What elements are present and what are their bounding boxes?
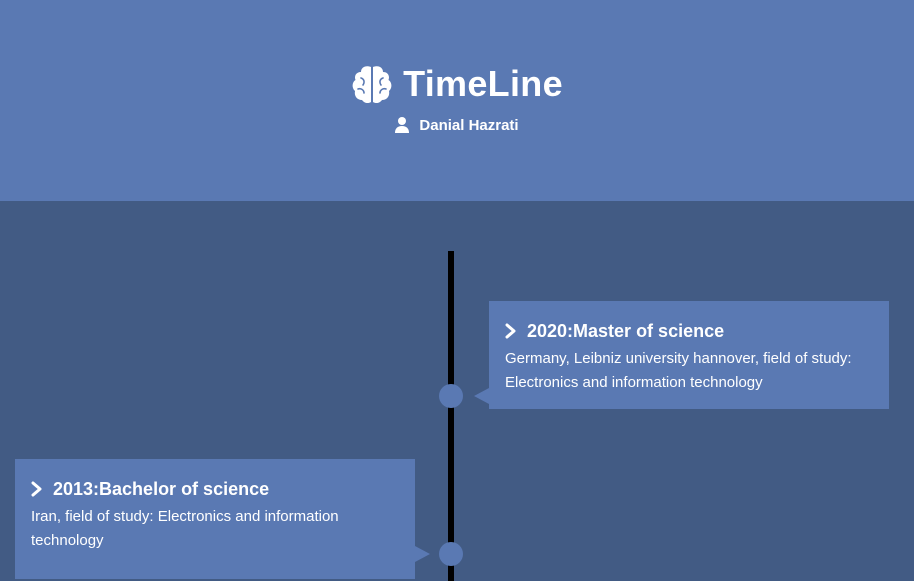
- author-name: Danial Hazrati: [419, 116, 519, 134]
- entry-pointer: [474, 388, 489, 404]
- timeline-dot: [439, 384, 463, 408]
- entry-heading: 2013:Bachelor of science: [31, 477, 399, 501]
- timeline-entry-bachelor: 2013:Bachelor of science Iran, field of …: [15, 459, 415, 579]
- entry-heading: 2020:Master of science: [505, 319, 873, 343]
- entry-title: 2020:Master of science: [527, 320, 725, 341]
- entry-pointer: [415, 546, 430, 562]
- user-icon: [395, 117, 410, 133]
- author-row: Danial Hazrati: [0, 114, 914, 136]
- chevron-right-icon: [505, 323, 516, 339]
- page-title: TimeLine: [403, 63, 563, 104]
- timeline-line: [448, 251, 454, 581]
- title-row: TimeLine: [0, 62, 914, 106]
- entry-description: Iran, field of study: Electronics and in…: [31, 508, 339, 549]
- page-header: TimeLine Danial Hazrati: [0, 0, 914, 201]
- brain-icon: [352, 66, 392, 104]
- timeline-entry-master: 2020:Master of science Germany, Leibniz …: [489, 301, 889, 409]
- entry-title: 2013:Bachelor of science: [53, 478, 270, 499]
- chevron-right-icon: [31, 481, 42, 497]
- entry-description: Germany, Leibniz university hannover, fi…: [505, 350, 852, 391]
- timeline-dot: [439, 542, 463, 566]
